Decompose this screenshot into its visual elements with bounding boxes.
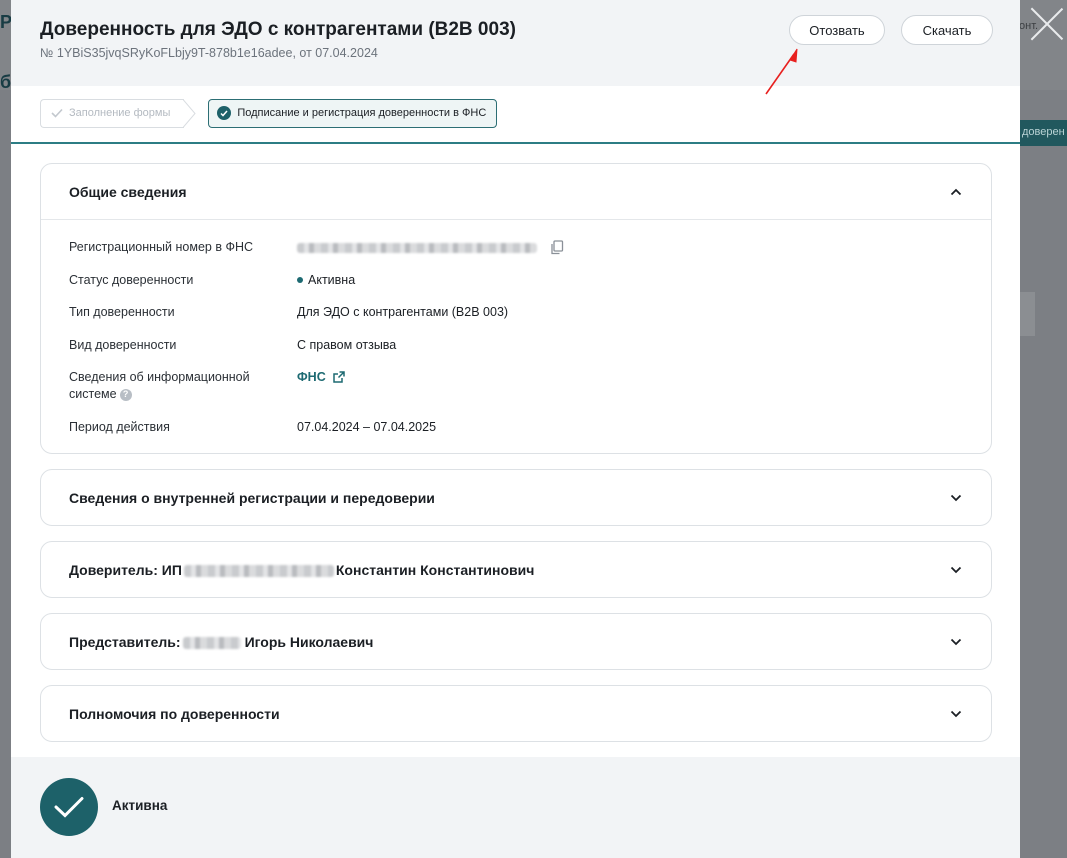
chevron-down-icon[interactable] [949, 635, 963, 649]
principal-prefix: Доверитель: ИП [69, 562, 182, 578]
redacted-surname [183, 565, 334, 578]
status-value: Активна [297, 272, 355, 289]
info-system-value[interactable]: ФНС [297, 369, 345, 386]
copy-icon[interactable] [550, 240, 564, 255]
representative-section[interactable]: Представитель: Игорь Николаевич [40, 613, 992, 670]
field-label-text: Сведения об информационной системе [69, 370, 250, 401]
representative-header: Представитель: Игорь Николаевич [41, 614, 991, 670]
field-label: Тип доверенности [69, 305, 175, 319]
redacted-number [297, 242, 537, 253]
status-check-icon [40, 778, 98, 836]
chevron-down-icon[interactable] [949, 491, 963, 505]
principal-suffix: Константин Константинович [335, 562, 535, 578]
representative-title: Представитель: Игорь Николаевич [69, 634, 373, 650]
fns-link[interactable]: ФНС [297, 370, 326, 384]
modal-header: Доверенность для ЭДО с контрагентами (B2… [11, 0, 1020, 86]
power-of-attorney-modal: Доверенность для ЭДО с контрагентами (B2… [11, 0, 1020, 858]
step-separator-icon [183, 98, 198, 128]
principal-header: Доверитель: ИП Константин Константинович [41, 542, 991, 598]
stepper: Заполнение формы Подписание и регистраци… [40, 98, 498, 128]
external-link-icon[interactable] [333, 370, 345, 383]
general-info-title: Общие сведения [69, 183, 187, 200]
check-circle-icon [217, 106, 232, 120]
status-dot-icon [297, 276, 303, 283]
checkmark-icon [51, 108, 63, 118]
validity-period-value: 07.04.2024 – 07.04.2025 [297, 420, 437, 434]
step-fill-form[interactable]: Заполнение формы [40, 98, 185, 128]
close-icon[interactable] [1030, 6, 1064, 40]
chevron-down-icon[interactable] [949, 563, 963, 577]
field-label: Регистрационный номер в ФНС [69, 240, 253, 254]
principal-section[interactable]: Доверитель: ИП Константин Константинович [40, 541, 992, 598]
representative-prefix: Представитель: [69, 634, 181, 650]
general-info-section: Общие сведения Регистрационный номер в Ф… [40, 163, 992, 454]
general-info-rows [41, 220, 991, 232]
stepper-divider [11, 142, 1020, 144]
status-text: Активна [308, 273, 356, 287]
chevron-down-icon[interactable] [949, 707, 963, 721]
representative-suffix: Игорь Николаевич [244, 634, 374, 650]
modal-title: Доверенность для ЭДО с контрагентами (B2… [40, 19, 516, 40]
internal-registration-title: Сведения о внутренней регистрации и пере… [69, 490, 435, 506]
powers-section[interactable]: Полномочия по доверенности [40, 685, 992, 742]
field-label-info-system: Сведения об информационной системе? [69, 369, 259, 403]
field-label: Период действия [69, 420, 170, 434]
modal-footer: Активна [11, 757, 1020, 858]
footer-status: Активна [112, 798, 168, 813]
principal-title: Доверитель: ИП Константин Константинович [69, 562, 534, 578]
step-fill-form-label: Заполнение формы [69, 107, 171, 119]
general-info-header[interactable]: Общие сведения [41, 164, 991, 220]
background-create-button: доверен [1020, 120, 1067, 146]
type-value: Для ЭДО с контрагентами (B2B 003) [297, 305, 509, 319]
internal-registration-header: Сведения о внутренней регистрации и пере… [41, 470, 991, 526]
powers-title: Полномочия по доверенности [69, 706, 280, 722]
background-table-header [1020, 292, 1035, 336]
question-icon[interactable]: ? [119, 388, 132, 401]
powers-header: Полномочия по доверенности [41, 686, 991, 742]
redacted-surname [182, 637, 241, 650]
step-sign-register-label: Подписание и регистрация доверенности в … [237, 107, 487, 119]
modal-subtitle: № 1YBiS35jvqSRyKoFLbjy9T-878b1e16adee, о… [40, 46, 378, 60]
field-label: Статус доверенности [69, 273, 194, 287]
kind-value: С правом отзыва [297, 338, 397, 352]
download-button[interactable]: Скачать [901, 15, 993, 45]
field-label: Вид доверенности [69, 338, 177, 352]
internal-registration-section[interactable]: Сведения о внутренней регистрации и пере… [40, 469, 992, 526]
revoke-button[interactable]: Отозвать [789, 15, 885, 45]
step-sign-register[interactable]: Подписание и регистрация доверенности в … [208, 98, 498, 128]
registration-number [297, 239, 564, 256]
chevron-up-icon[interactable] [949, 185, 963, 199]
